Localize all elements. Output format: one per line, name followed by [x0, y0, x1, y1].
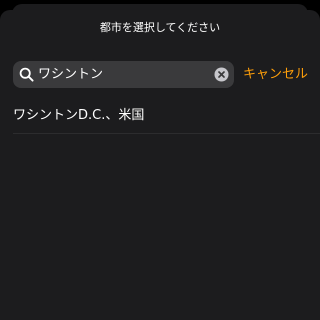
clear-icon[interactable] [214, 67, 229, 82]
result-divider [13, 133, 320, 134]
result-item[interactable]: ワシントンD.C.、米国 [0, 98, 320, 134]
city-picker-sheet: 都市を選択してください ワシントン キャンセル ワシントンD.C.、米国 [0, 10, 320, 320]
search-icon [19, 67, 34, 82]
result-item-label: ワシントンD.C.、米国 [13, 108, 145, 123]
search-input[interactable]: ワシントン [13, 61, 234, 88]
cancel-button[interactable]: キャンセル [243, 61, 308, 88]
sheet-title: 都市を選択してください [99, 21, 221, 34]
search-input-value[interactable]: ワシントン [38, 61, 103, 88]
